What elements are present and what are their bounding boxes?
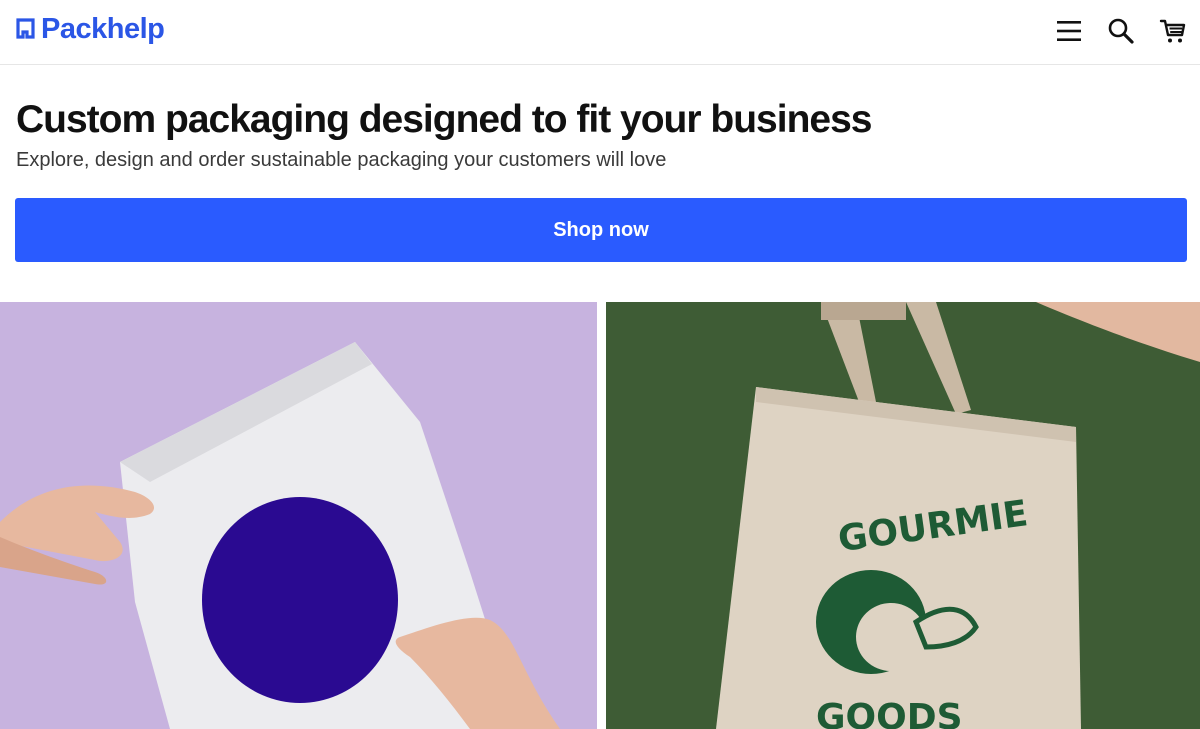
mailer-bag-illustration [0,302,597,729]
packhelp-logo[interactable]: Packhelp [15,12,165,46]
cart-icon[interactable] [1158,16,1188,46]
menu-icon[interactable] [1054,16,1084,46]
tote-bag-photo[interactable]: GOURMIE GOODS [606,302,1200,729]
hero-section: Custom packaging designed to fit your bu… [16,96,1186,174]
shop-now-button[interactable]: Shop now [15,198,1187,262]
packhelp-logo-mark-icon [16,18,35,39]
top-navigation-bar: Packhelp [0,0,1200,65]
logo-text: Packhelp [41,13,165,45]
search-icon[interactable] [1106,16,1136,46]
header-actions [1054,14,1188,48]
shop-now-label: Shop now [553,218,649,241]
tote-bag-illustration: GOURMIE GOODS [606,302,1200,729]
mailer-bag-photo[interactable] [0,302,597,729]
page-subtitle: Explore, design and order sustainable pa… [16,149,667,171]
page-title: Custom packaging designed to fit your bu… [16,98,872,141]
tote-print-bottom-text: GOODS [816,697,963,729]
